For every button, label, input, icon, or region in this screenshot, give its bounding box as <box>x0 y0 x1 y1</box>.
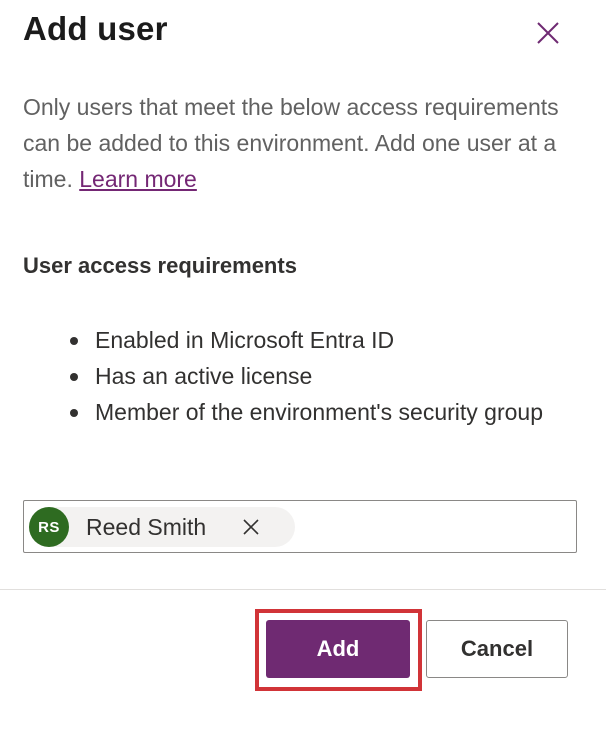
selected-user-name: Reed Smith <box>86 514 207 540</box>
avatar: RS <box>29 507 69 547</box>
close-icon <box>537 22 559 44</box>
dialog-description: Only users that meet the below access re… <box>23 89 583 197</box>
cancel-button[interactable]: Cancel <box>426 620 568 678</box>
requirement-item: Has an active license <box>70 358 565 394</box>
footer-divider <box>0 589 606 590</box>
add-user-panel: Add user Only users that meet the below … <box>0 0 606 737</box>
close-icon <box>243 519 259 535</box>
dialog-title: Add user <box>23 10 168 47</box>
remove-user-button[interactable] <box>239 515 263 539</box>
add-button[interactable]: Add <box>266 620 410 678</box>
people-picker-input[interactable]: RS Reed Smith <box>23 500 577 553</box>
requirement-item: Enabled in Microsoft Entra ID <box>70 322 565 358</box>
close-button[interactable] <box>532 17 564 49</box>
requirement-item: Member of the environment's security gro… <box>70 394 565 430</box>
requirements-list: Enabled in Microsoft Entra ID Has an act… <box>70 322 565 430</box>
requirements-heading: User access requirements <box>23 253 297 278</box>
selected-user-pill[interactable]: RS Reed Smith <box>29 507 295 547</box>
learn-more-link[interactable]: Learn more <box>79 166 197 192</box>
